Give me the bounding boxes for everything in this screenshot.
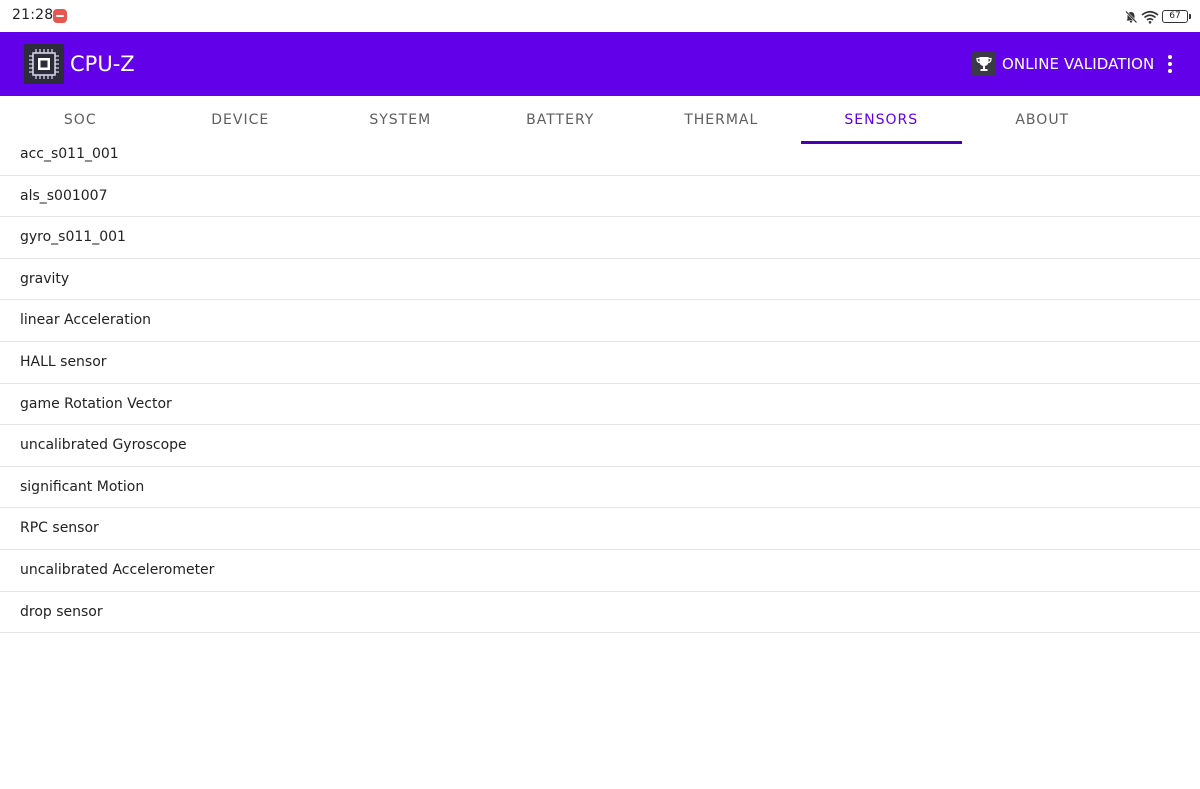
list-item[interactable]: significant Motion: [0, 467, 1200, 509]
bell-muted-icon: [1124, 9, 1138, 24]
list-item[interactable]: als_s001007: [0, 176, 1200, 218]
trophy-icon: [972, 52, 996, 76]
list-item[interactable]: HALL sensor: [0, 342, 1200, 384]
app-bar: CPU-Z ONLINE VALIDATION: [0, 32, 1200, 96]
list-item[interactable]: game Rotation Vector: [0, 384, 1200, 426]
list-item[interactable]: uncalibrated Gyroscope: [0, 425, 1200, 467]
wifi-icon: [1141, 9, 1159, 24]
sensor-name: significant Motion: [20, 478, 145, 495]
sensor-name: gyro_s011_001: [20, 229, 126, 246]
sensor-name: linear Acceleration: [20, 312, 152, 329]
cpu-z-logo-icon: [24, 44, 64, 84]
list-item[interactable]: acc_s011_001: [0, 134, 1200, 176]
sensor-name: uncalibrated Gyroscope: [20, 437, 187, 454]
sensor-name: drop sensor: [20, 603, 103, 620]
list-item[interactable]: drop sensor: [0, 592, 1200, 634]
list-item[interactable]: uncalibrated Accelerometer: [0, 550, 1200, 592]
app-notification-icon: [53, 9, 67, 23]
app-title: CPU-Z: [70, 52, 135, 76]
sensor-list: acc_s011_001 als_s001007 gyro_s011_001 g…: [0, 134, 1200, 634]
list-item[interactable]: gyro_s011_001: [0, 217, 1200, 259]
status-time: 21:28: [12, 7, 54, 23]
sensor-name: als_s001007: [20, 187, 108, 204]
sensor-name: game Rotation Vector: [20, 395, 172, 412]
list-item[interactable]: gravity: [0, 259, 1200, 301]
status-icons: 67: [1124, 8, 1191, 24]
sensor-name: RPC sensor: [20, 520, 99, 537]
sensor-name: gravity: [20, 270, 70, 287]
status-bar: 21:28 67: [0, 0, 1200, 32]
overflow-menu-icon[interactable]: [1158, 52, 1182, 76]
sensor-name: acc_s011_001: [20, 146, 119, 162]
sensor-name: uncalibrated Accelerometer: [20, 561, 215, 578]
list-item[interactable]: linear Acceleration: [0, 300, 1200, 342]
list-item[interactable]: RPC sensor: [0, 508, 1200, 550]
online-validation-button[interactable]: ONLINE VALIDATION: [972, 50, 1154, 78]
online-validation-label: ONLINE VALIDATION: [1002, 55, 1155, 73]
sensor-name: HALL sensor: [20, 353, 107, 370]
battery-indicator: 67: [1162, 9, 1191, 23]
